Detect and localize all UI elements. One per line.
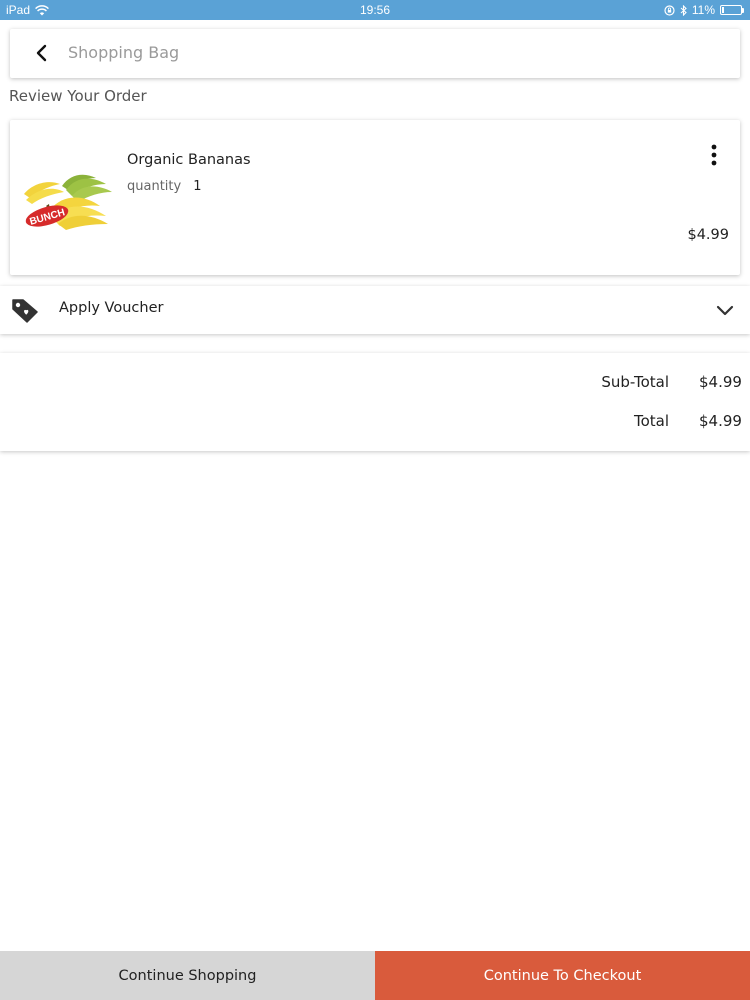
- subtotal-label: Sub-Total: [601, 373, 669, 391]
- subtotal-row: Sub-Total $4.99: [601, 373, 742, 391]
- cart-item-card: BUNCH Organic Bananas quantity 1 $4.99: [10, 120, 740, 275]
- apply-voucher-toggle[interactable]: Apply Voucher: [0, 286, 750, 334]
- page-title: Shopping Bag: [68, 43, 180, 62]
- continue-shopping-button[interactable]: Continue Shopping: [0, 951, 375, 1000]
- apply-voucher-label: Apply Voucher: [59, 300, 164, 316]
- item-price: $4.99: [687, 227, 729, 243]
- quantity-value: 1: [193, 179, 202, 194]
- bottom-action-bar: Continue Shopping Continue To Checkout: [0, 951, 750, 1000]
- battery-icon: [720, 5, 744, 15]
- section-heading: Review Your Order: [9, 87, 147, 105]
- product-name: Organic Bananas: [127, 152, 251, 168]
- chevron-left-icon[interactable]: [30, 41, 54, 65]
- total-value: $4.99: [699, 412, 742, 430]
- subtotal-value: $4.99: [699, 373, 742, 391]
- status-time: 19:56: [359, 3, 391, 17]
- status-bar: iPad 19:56 11%: [0, 0, 750, 20]
- quantity-row: quantity 1: [127, 179, 201, 194]
- lock-rotation-icon: [664, 4, 675, 16]
- quantity-label: quantity: [127, 179, 182, 194]
- chevron-down-icon: [716, 305, 734, 316]
- header-bar: Shopping Bag: [10, 29, 740, 78]
- battery-percent: 11%: [691, 3, 715, 17]
- order-totals: Sub-Total $4.99 Total $4.99: [0, 353, 750, 451]
- total-row: Total $4.99: [633, 412, 742, 430]
- checkout-button[interactable]: Continue To Checkout: [375, 951, 750, 1000]
- total-label: Total: [633, 412, 669, 430]
- tag-icon: [12, 299, 38, 323]
- more-vertical-icon[interactable]: [702, 142, 726, 168]
- product-image: BUNCH: [24, 174, 112, 230]
- bluetooth-icon: [680, 4, 687, 16]
